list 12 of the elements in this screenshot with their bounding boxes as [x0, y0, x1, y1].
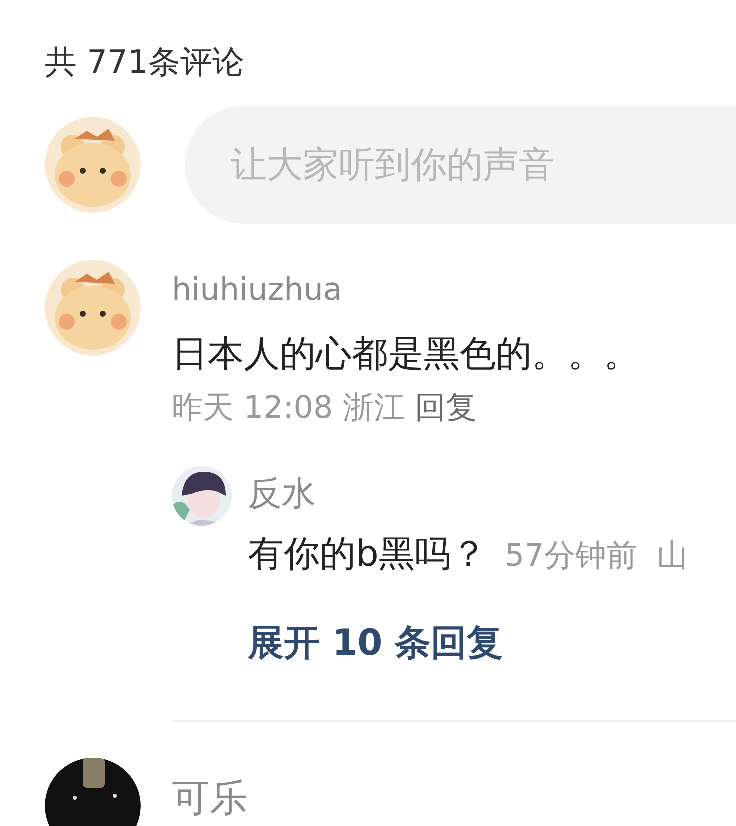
comment-input[interactable]: 让大家听到你的声音 — [185, 106, 736, 224]
reply-button[interactable]: 回复 — [415, 386, 478, 430]
reply-time: 57分钟前 山 — [504, 537, 688, 576]
username[interactable]: 反水 — [248, 466, 688, 522]
reply-text: 有你的b黑吗？ — [248, 533, 487, 577]
expand-replies-link[interactable]: 展开 10 条回复 — [248, 619, 504, 668]
comment-time: 昨天 12:08 浙江 — [172, 389, 406, 428]
comment-count: 共 771条评论 — [44, 42, 246, 83]
username[interactable]: hiuhiuzhua — [172, 268, 736, 312]
comment-text: 日本人的心都是黑色的。。。 — [172, 333, 641, 377]
username[interactable]: 可乐 — [172, 776, 736, 820]
avatar — [172, 466, 232, 526]
